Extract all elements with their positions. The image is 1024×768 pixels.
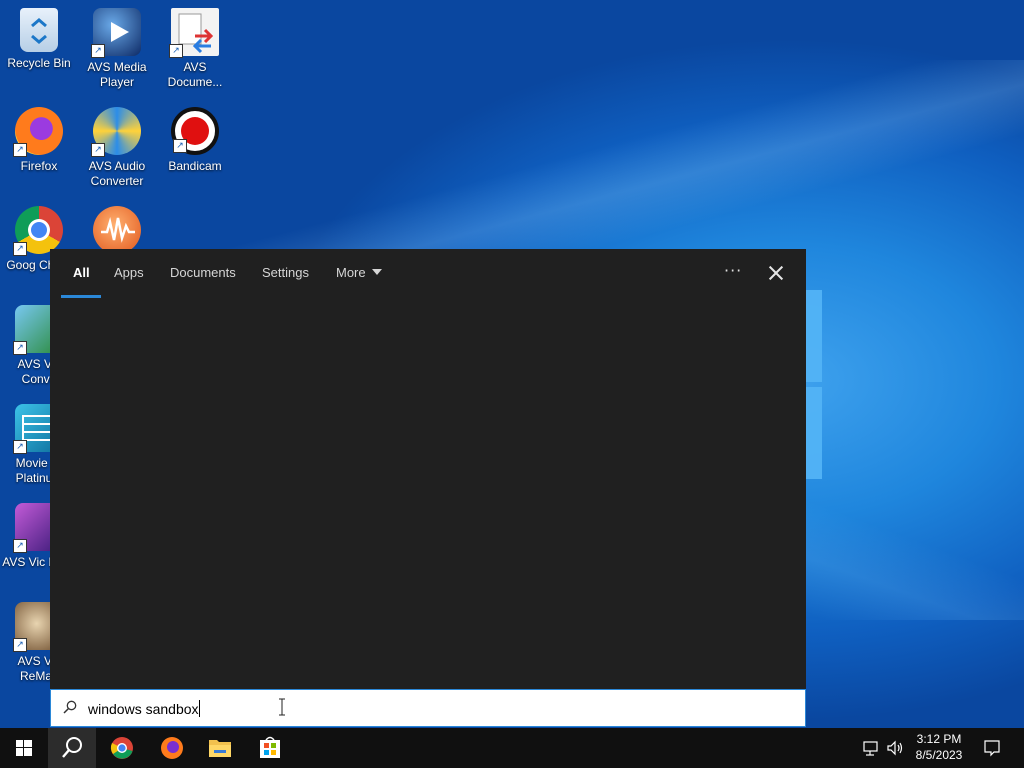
avs-document-converter-icon: ↗ (169, 8, 219, 58)
search-flyout-panel: All Apps Documents Settings More ··· (50, 249, 806, 689)
search-scope-tabs: All Apps Documents Settings More ··· (50, 249, 806, 299)
desktop-icon-label: AVS Media Player (87, 60, 147, 89)
tab-all[interactable]: All (73, 265, 90, 280)
tab-more[interactable]: More (336, 265, 382, 280)
search-input-box[interactable]: windows sandbox (50, 689, 806, 727)
google-chrome-icon: ↗ (13, 206, 63, 256)
start-button[interactable] (0, 728, 48, 768)
microsoft-store-taskbar-button[interactable] (246, 728, 294, 768)
active-tab-indicator (61, 295, 101, 298)
tab-apps[interactable]: Apps (114, 265, 144, 280)
firefox-taskbar-button[interactable] (148, 728, 196, 768)
folder-icon (209, 740, 231, 757)
ellipsis-icon[interactable]: ··· (724, 261, 742, 280)
desktop-icon-label: AVS Audio Converter (88, 159, 146, 188)
store-icon (260, 736, 280, 758)
clock-time: 3:12 PM (916, 732, 962, 746)
clock-date: 8/5/2023 (915, 748, 963, 762)
search-query-text: windows sandbox (88, 701, 199, 717)
notification-icon[interactable] (982, 738, 1002, 758)
desktop-icon-label: AVS Docume... (167, 60, 223, 89)
tab-more-label: More (336, 265, 366, 280)
search-button[interactable] (48, 728, 96, 768)
search-results-area (50, 299, 806, 689)
tab-settings[interactable]: Settings (262, 265, 309, 280)
taskbar: 3:12 PM 8/5/2023 (0, 728, 1024, 768)
firefox-icon: ↗ (13, 107, 63, 157)
search-icon (62, 737, 82, 758)
wallpaper-logo-pane (806, 290, 822, 382)
bandicam-icon: ↗ (171, 107, 219, 155)
desktop-icon-firefox[interactable]: ↗ Firefox (0, 101, 78, 193)
clock[interactable]: 3:12 PM 8/5/2023 (908, 731, 970, 763)
desktop-icon-label: Firefox (20, 159, 58, 173)
recycle-bin-icon (20, 8, 58, 52)
volume-icon[interactable] (885, 738, 905, 758)
ibeam-cursor-icon (279, 698, 285, 716)
avs-audio-editor-icon (93, 206, 141, 254)
chrome-taskbar-button[interactable] (98, 728, 146, 768)
text-caret (198, 700, 200, 717)
tab-documents[interactable]: Documents (170, 265, 236, 280)
desktop-icon-avs-audio-converter[interactable]: ↗ AVS Audio Converter (78, 101, 156, 193)
desktop-icon-recycle-bin[interactable]: Recycle Bin (0, 2, 78, 94)
search-icon (63, 700, 77, 714)
desktop-icon-bandicam[interactable]: ↗ Bandicam (156, 101, 234, 193)
windows-logo-icon (16, 740, 32, 756)
google-chrome-icon (110, 737, 133, 759)
desktop-icon-avs-document-converter[interactable]: ↗ AVS Docume... (156, 2, 234, 94)
desktop-icon-avs-media-player[interactable]: ↗ AVS Media Player (78, 2, 156, 94)
close-icon[interactable] (766, 263, 786, 283)
desktop-icon-label: Bandicam (168, 159, 222, 173)
avs-media-player-icon: ↗ (91, 8, 141, 58)
search-input[interactable]: windows sandbox (88, 700, 200, 717)
file-explorer-taskbar-button[interactable] (196, 728, 244, 768)
network-icon[interactable] (860, 738, 880, 758)
chevron-down-icon (371, 269, 382, 275)
wallpaper-logo-pane (806, 387, 822, 479)
desktop-icon-label: Recycle Bin (7, 56, 71, 70)
firefox-icon (161, 737, 183, 759)
avs-audio-converter-icon: ↗ (91, 107, 141, 157)
